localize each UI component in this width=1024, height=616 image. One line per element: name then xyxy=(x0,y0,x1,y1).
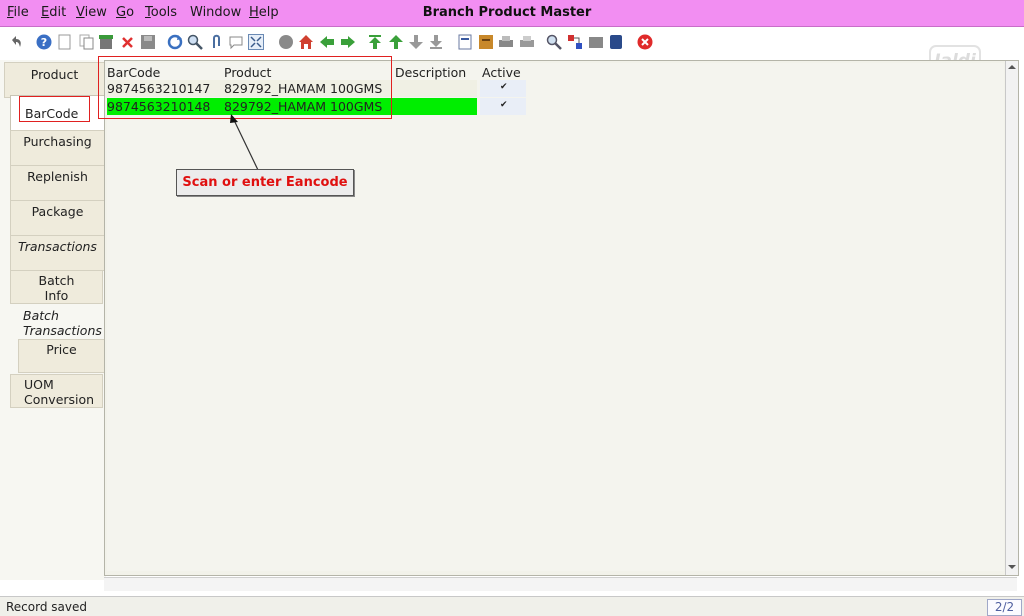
tab-purchasing[interactable]: Purchasing xyxy=(10,130,105,166)
window-title: Branch Product Master xyxy=(422,5,592,20)
tab-package[interactable]: Package xyxy=(10,200,105,236)
cell-active[interactable]: ✔ xyxy=(480,80,526,97)
first-icon[interactable] xyxy=(367,34,383,50)
refresh-icon[interactable] xyxy=(167,34,183,50)
previous-icon[interactable] xyxy=(388,34,404,50)
toolbar: ? xyxy=(0,27,1024,57)
copy-icon[interactable] xyxy=(79,34,95,50)
scroll-down-icon[interactable] xyxy=(1006,561,1018,573)
delete-record-icon[interactable] xyxy=(98,34,114,50)
status-bar: Record saved 2/2 xyxy=(0,596,1024,616)
status-message: Record saved xyxy=(6,600,87,614)
report-icon[interactable] xyxy=(457,34,473,50)
fullscreen-icon[interactable] xyxy=(248,34,264,50)
tab-uom-label-line1: UOM xyxy=(24,377,54,392)
home-icon[interactable] xyxy=(298,34,314,50)
tab-batch-transactions-line1: Batch xyxy=(23,308,59,323)
tab-price-label: Price xyxy=(46,342,77,357)
next-icon[interactable] xyxy=(408,34,424,50)
tab-transactions-label: Transactions xyxy=(18,239,97,254)
tab-transactions[interactable]: Transactions xyxy=(10,235,105,271)
tab-uom-label-line2: Conversion xyxy=(24,392,95,407)
tab-batch-transactions-line2: Transactions xyxy=(23,323,102,338)
history-icon[interactable] xyxy=(278,34,294,50)
tab-batch-info-line1: Batch xyxy=(38,273,75,288)
new-icon[interactable] xyxy=(57,34,73,50)
tab-purchasing-label: Purchasing xyxy=(23,134,92,149)
tab-strip: Product BarCode Purchasing Replenish Pac… xyxy=(0,60,106,580)
archive-icon[interactable] xyxy=(478,34,494,50)
vertical-scrollbar[interactable] xyxy=(1005,61,1018,575)
active-checkbox[interactable]: ✔ xyxy=(500,101,509,110)
forward-icon[interactable] xyxy=(340,34,356,50)
menu-bar: File Edit View Go Tools Window Help Bran… xyxy=(0,0,1024,27)
tab-product[interactable]: Product xyxy=(4,62,105,98)
col-header-description[interactable]: Description xyxy=(395,65,466,80)
chat-icon[interactable] xyxy=(228,34,244,50)
back-icon[interactable] xyxy=(319,34,335,50)
callout-arrow-icon xyxy=(230,114,259,171)
tab-uom-conversion[interactable]: UOM Conversion xyxy=(10,374,103,408)
help-icon[interactable]: ? xyxy=(36,34,52,50)
callout-note: Scan or enter Eancode xyxy=(176,169,354,196)
tab-package-label: Package xyxy=(31,204,84,219)
scroll-up-icon[interactable] xyxy=(1006,61,1018,73)
tab-product-label: Product xyxy=(30,67,79,82)
tab-replenish-label: Replenish xyxy=(27,169,88,184)
delete-icon[interactable] xyxy=(120,34,136,50)
save-icon[interactable] xyxy=(140,34,156,50)
zoom-icon[interactable] xyxy=(546,34,562,50)
tab-batch-transactions[interactable]: Batch Transactions xyxy=(18,307,106,338)
request-icon[interactable] xyxy=(588,34,604,50)
record-count[interactable]: 2/2 xyxy=(987,599,1022,616)
attachment-icon[interactable] xyxy=(208,34,224,50)
tab-batch-info[interactable]: Batch Info xyxy=(10,270,103,304)
col-header-active[interactable]: Active xyxy=(482,65,521,80)
barcode-tab-highlight xyxy=(19,96,90,122)
print-icon[interactable] xyxy=(498,34,514,50)
print-preview-icon[interactable] xyxy=(519,34,535,50)
find-icon[interactable] xyxy=(187,34,203,50)
active-checkbox[interactable]: ✔ xyxy=(500,83,509,92)
horizontal-scrollbar[interactable] xyxy=(104,577,1017,591)
workflow-icon[interactable] xyxy=(567,34,583,50)
svg-text:?: ? xyxy=(41,36,47,49)
tab-replenish[interactable]: Replenish xyxy=(10,165,105,201)
undo-icon[interactable] xyxy=(8,34,24,50)
exit-icon[interactable] xyxy=(637,34,653,50)
last-icon[interactable] xyxy=(428,34,444,50)
product-info-icon[interactable] xyxy=(608,34,624,50)
tab-batch-info-line2: Info xyxy=(44,288,69,303)
cell-active[interactable]: ✔ xyxy=(480,98,526,115)
tab-price[interactable]: Price xyxy=(18,339,105,373)
